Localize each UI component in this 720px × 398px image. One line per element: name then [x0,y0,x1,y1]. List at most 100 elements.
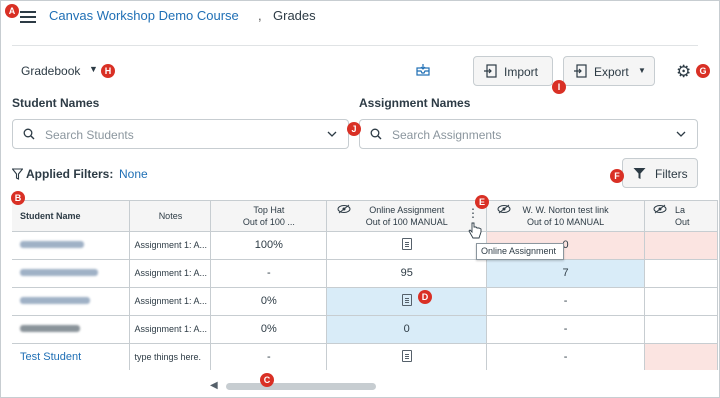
import-button[interactable]: Import [473,56,553,86]
grade-cell[interactable]: - [486,343,645,370]
column-subtitle: Out of 10 MANUAL [527,216,605,227]
notes-cell[interactable]: Assignment 1: A... [129,287,212,316]
grade-cell[interactable] [326,343,488,370]
annotation-marker-a: A [5,4,19,18]
column-header-notes[interactable]: Notes [129,201,212,232]
horizontal-scrollbar[interactable]: ◀ [210,380,698,392]
grade-cell[interactable] [326,287,488,316]
chevron-down-icon[interactable] [675,127,687,141]
student-name-link[interactable]: Test Student [20,351,81,363]
export-button-label: Export [594,65,629,79]
column-header-partial[interactable]: La Out [644,201,718,232]
grade-cell[interactable] [644,287,718,316]
grade-cell[interactable]: - [486,315,645,344]
table-row: Assignment 1: A... - 95 7 [12,259,718,288]
student-name-cell[interactable] [12,231,131,260]
column-tooltip: Online Assignment [476,243,564,260]
student-name-redacted [20,297,90,304]
grade-cell[interactable] [644,315,718,344]
notes-cell[interactable]: Assignment 1: A... [129,231,212,260]
filter-icon [12,168,23,180]
student-search-input[interactable] [45,126,305,144]
column-subtitle: Out of 100 MANUAL [365,216,448,227]
eye-off-icon [653,204,667,214]
grade-cell[interactable]: 0% [210,287,328,316]
notes-cell[interactable]: type things here. [129,343,212,370]
inbox-icon[interactable] [416,64,430,76]
breadcrumb-separator: , [258,8,262,23]
scroll-left-arrow-icon[interactable]: ◀ [210,380,218,391]
caret-down-icon: ▼ [638,66,646,75]
grade-cell[interactable]: - [486,287,645,316]
annotation-marker-f: F [610,169,624,183]
eye-off-icon [497,204,511,214]
column-subtitle: Out of 100 ... [242,216,295,227]
student-name-redacted [20,241,84,248]
breadcrumb-course-link[interactable]: Canvas Workshop Demo Course [49,8,239,23]
grade-cell[interactable]: 7 [486,259,645,288]
grade-cell[interactable]: 100% [210,231,328,260]
grade-cell[interactable]: - [210,343,328,370]
column-header-norton-test-link[interactable]: W. W. Norton test link Out of 10 MANUAL [486,201,645,232]
grade-cell[interactable] [644,343,718,370]
document-icon [401,237,412,250]
grade-cell[interactable]: 0% [210,315,328,344]
student-name-redacted [20,325,80,332]
grade-cell[interactable]: 0 [326,315,488,344]
gradebook-table: Student Name Notes Top Hat Out of 100 ..… [12,201,718,370]
column-header-top-hat[interactable]: Top Hat Out of 100 ... [210,201,328,232]
grade-cell[interactable] [644,259,718,288]
student-name-cell[interactable] [12,315,131,344]
grade-cell[interactable]: - [210,259,328,288]
gradebook-menu-button[interactable]: Gradebook [21,64,80,78]
gradebook-grid: Student Name Notes Top Hat Out of 100 ..… [12,200,718,370]
menu-icon[interactable] [20,11,36,23]
table-row: Assignment 1: A... 0% 0 - [12,315,718,344]
table-row: Test Student type things here. - - [12,343,718,370]
grade-cell[interactable]: 95 [326,259,488,288]
annotation-marker-b: B [11,191,25,205]
student-name-cell[interactable] [12,287,131,316]
student-names-label: Student Names [12,96,100,110]
notes-cell[interactable]: Assignment 1: A... [129,315,212,344]
column-header-online-assignment[interactable]: Online Assignment Out of 100 MANUAL [326,201,488,232]
column-subtitle: Out [674,216,690,227]
annotation-marker-h: H [101,64,115,78]
eye-off-icon [337,204,351,214]
grade-cell[interactable] [326,231,488,260]
assignment-search-input[interactable] [392,126,652,144]
header: Canvas Workshop Demo Course , Grades [0,0,720,36]
chevron-down-icon[interactable] [326,127,338,141]
student-search-field[interactable] [12,119,349,149]
assignment-search-field[interactable] [359,119,698,149]
document-icon [401,349,412,362]
student-name-redacted [20,269,98,276]
annotation-marker-i: I [552,80,566,94]
column-options-icon[interactable]: ⋮ [467,206,479,220]
import-button-label: Import [504,65,539,79]
notes-cell[interactable]: Assignment 1: A... [129,259,212,288]
annotation-marker-d: D [418,290,432,304]
caret-down-icon[interactable]: ▼ [89,64,98,74]
table-header-row: Student Name Notes Top Hat Out of 100 ..… [12,201,718,232]
export-icon [574,64,587,78]
search-icon [23,128,35,140]
column-header-student-name[interactable]: Student Name [12,201,131,232]
filter-icon [633,168,646,179]
breadcrumb-current-page: Grades [273,8,316,23]
filters-button[interactable]: Filters [622,158,698,188]
column-title: Top Hat [253,204,285,215]
column-title: La [674,204,685,215]
hand-cursor-icon [468,222,482,239]
header-divider [12,45,698,46]
scrollbar-thumb[interactable] [226,383,376,390]
table-row: Assignment 1: A... 0% - [12,287,718,316]
export-button[interactable]: Export ▼ [563,56,655,86]
student-name-cell[interactable]: Test Student [12,343,131,370]
gear-icon[interactable]: ⚙ [676,62,691,82]
annotation-marker-c: C [260,373,274,387]
filters-button-label: Filters [655,167,688,181]
grade-cell[interactable] [644,231,718,260]
student-name-cell[interactable] [12,259,131,288]
import-icon [484,64,497,78]
